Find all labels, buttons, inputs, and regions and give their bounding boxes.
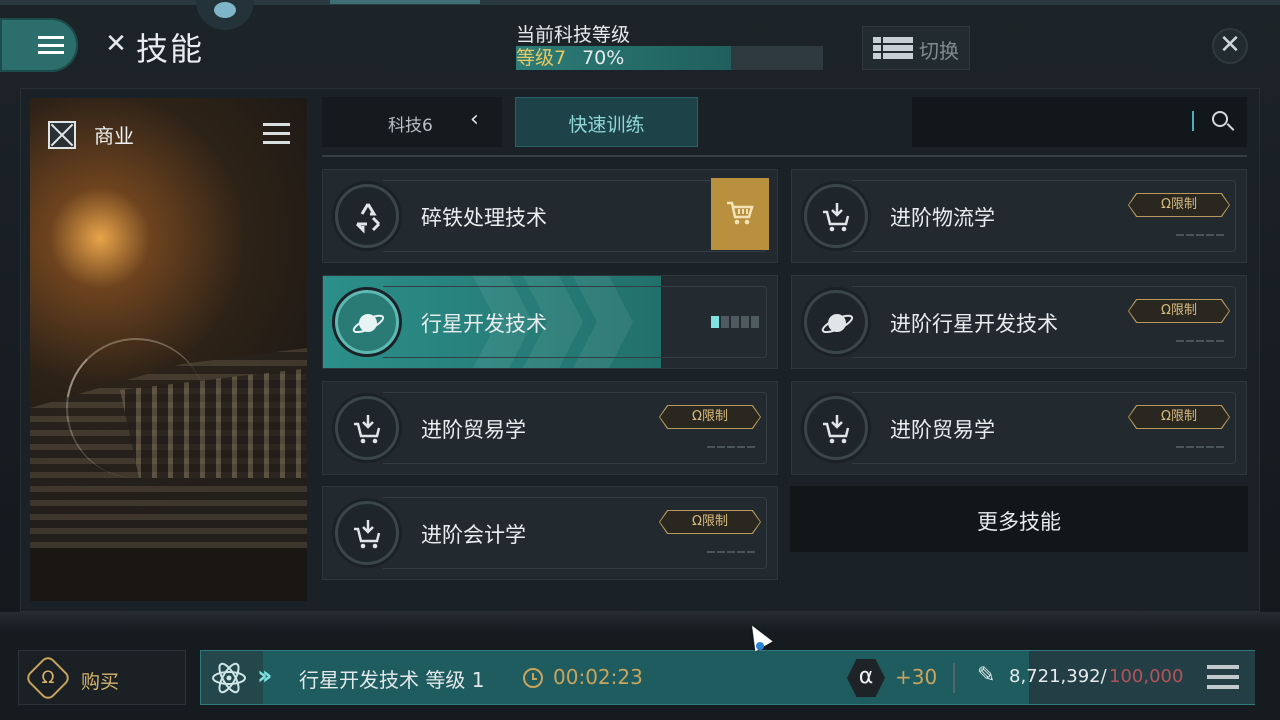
recycle-icon xyxy=(335,184,399,248)
buy-button[interactable]: Ω 购买 xyxy=(18,650,186,705)
skill-card-training[interactable]: 行星开发技术 xyxy=(322,275,778,369)
skill-card[interactable]: 进阶会计学 Ω限制 xyxy=(322,486,778,580)
tech-level-value: 等级7 xyxy=(516,47,567,69)
category-menu-icon[interactable] xyxy=(263,123,290,144)
skill-name: 碎铁处理技术 xyxy=(421,206,547,230)
training-queue-bar[interactable]: ›› 行星开发技术 等级 1 00:02:23 α +30 ✎ 8,721,39… xyxy=(200,650,1255,705)
omega-restricted-badge: Ω限制 xyxy=(659,510,761,534)
text-caret xyxy=(1192,111,1194,131)
skills-screen: ✕ 技能 当前科技等级 等级7 70% 切换 ✕ 商业 科技6 ‹ 快速训练 碎… xyxy=(0,0,1280,720)
queue-menu-icon[interactable] xyxy=(1207,665,1239,689)
switch-view-label: 切换 xyxy=(919,39,959,63)
category-icon xyxy=(48,121,76,149)
skill-card[interactable]: 进阶贸易学 Ω限制 xyxy=(791,381,1247,475)
clock-icon xyxy=(523,668,543,688)
grid-list-icon xyxy=(873,37,913,59)
skill-points-max: 100,000 xyxy=(1109,666,1184,687)
tab-quick-train-label: 快速训练 xyxy=(568,114,645,136)
planet-icon xyxy=(804,290,868,354)
training-skill-name: 行星开发技术 等级 1 xyxy=(299,668,485,692)
skill-name: 进阶会计学 xyxy=(421,523,526,547)
buy-skill-button[interactable] xyxy=(711,178,769,250)
tech-level-percent: 70% xyxy=(582,47,625,69)
cart-download-icon xyxy=(804,184,868,248)
tech-level-label: 当前科技等级 xyxy=(516,24,631,46)
chevron-left-icon[interactable]: ‹ xyxy=(470,107,479,132)
alpha-icon: α xyxy=(847,659,885,697)
skill-card[interactable]: 碎铁处理技术 xyxy=(322,169,778,263)
switch-view-button[interactable]: 切换 xyxy=(862,26,970,70)
injector-icon: ✎ xyxy=(977,663,996,688)
skill-name: 进阶行星开发技术 xyxy=(890,312,1058,336)
cart-download-icon xyxy=(335,501,399,565)
page-title: 技能 xyxy=(136,30,205,68)
double-chevron-icon: ›› xyxy=(257,661,273,691)
close-icon[interactable]: ✕ xyxy=(1212,28,1248,64)
planet-icon xyxy=(335,290,399,354)
omega-restricted-badge: Ω限制 xyxy=(1128,299,1230,323)
category-card[interactable] xyxy=(30,98,307,601)
skill-points-current: 8,721,392/ xyxy=(1009,666,1107,687)
omega-restricted-badge: Ω限制 xyxy=(1128,405,1230,429)
tab-tech-level-label: 科技6 xyxy=(388,116,433,136)
tech-level-progress-bar: 等级7 70% xyxy=(516,46,823,70)
skill-name: 行星开发技术 xyxy=(421,312,547,336)
cart-download-icon xyxy=(804,396,868,460)
cart-download-icon xyxy=(335,396,399,460)
skill-name: 进阶物流学 xyxy=(890,206,995,230)
search-icon[interactable] xyxy=(1212,111,1228,127)
tab-quick-train[interactable]: 快速训练 xyxy=(515,97,698,147)
skill-card[interactable]: 进阶物流学 Ω限制 xyxy=(791,169,1247,263)
omega-icon: Ω xyxy=(23,653,73,703)
skill-card[interactable]: 进阶行星开发技术 Ω限制 xyxy=(791,275,1247,369)
top-accent-line xyxy=(0,0,1280,5)
training-time: 00:02:23 xyxy=(553,665,643,689)
skill-card[interactable]: 进阶贸易学 Ω限制 xyxy=(322,381,778,475)
more-skills-label: 更多技能 xyxy=(977,510,1061,534)
omega-restricted-badge: Ω限制 xyxy=(659,405,761,429)
skill-level-pips xyxy=(711,316,759,328)
category-label: 商业 xyxy=(94,124,134,148)
alpha-bonus: +30 xyxy=(895,665,938,689)
omega-restricted-badge: Ω限制 xyxy=(1128,193,1230,217)
buy-label: 购买 xyxy=(81,671,120,693)
cart-icon xyxy=(727,201,754,225)
main-menu-button[interactable] xyxy=(0,18,78,72)
tab-tech-level[interactable]: 科技6 ‹ xyxy=(322,97,502,147)
divider xyxy=(322,155,1247,157)
hamburger-icon xyxy=(38,36,64,54)
atom-icon xyxy=(212,662,246,694)
avatar[interactable] xyxy=(196,0,254,30)
search-input[interactable] xyxy=(912,97,1247,147)
more-skills-button[interactable]: 更多技能 xyxy=(790,486,1248,552)
dna-icon: ✕ xyxy=(105,29,127,59)
skill-name: 进阶贸易学 xyxy=(890,418,995,442)
skill-name: 进阶贸易学 xyxy=(421,418,526,442)
